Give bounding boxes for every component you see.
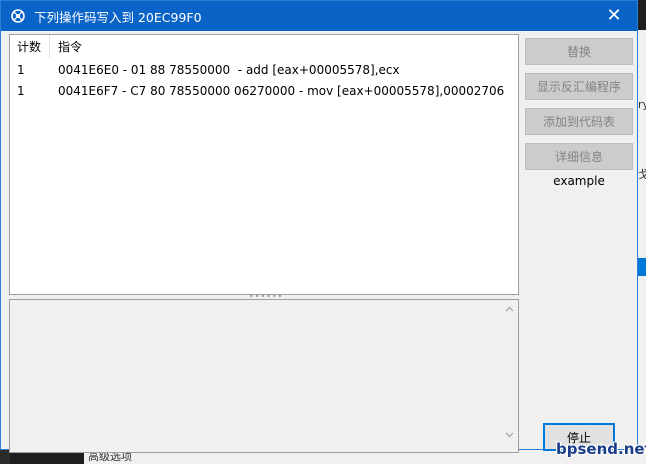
vertical-scrollbar[interactable] — [501, 300, 518, 452]
table-row[interactable]: 1 0041E6F7 - C7 80 78550000 06270000 - m… — [10, 80, 518, 101]
row-count: 1 — [17, 62, 25, 77]
row-count: 1 — [17, 83, 25, 98]
cheat-engine-icon — [10, 8, 26, 24]
example-label: example — [553, 174, 605, 188]
background-text-fragment: ry — [638, 98, 646, 111]
column-header-count[interactable]: 计数 — [10, 35, 50, 58]
info-text-area[interactable] — [9, 299, 519, 453]
background-text-fragment: 戈 — [638, 168, 646, 181]
watermark: bpsend.net — [556, 440, 646, 458]
more-info-button[interactable]: 详细信息 — [525, 143, 633, 170]
scroll-down-icon[interactable] — [501, 426, 518, 443]
row-instruction: 0041E6E0 - 01 88 78550000 - add [eax+000… — [58, 62, 400, 77]
window-title: 下列操作码写入到 20EC99F0 — [34, 9, 202, 25]
background-app-right — [638, 30, 646, 464]
scroll-up-icon[interactable] — [501, 300, 518, 317]
instruction-list[interactable]: 计数 指令 1 0041E6E0 - 01 88 78550000 - add … — [9, 34, 519, 295]
row-instruction: 0041E6F7 - C7 80 78550000 06270000 - mov… — [58, 83, 505, 98]
opcode-writers-dialog: 下列操作码写入到 20EC99F0 ✕ 计数 指令 1 0041E6E0 - 0… — [0, 0, 638, 453]
add-to-codelist-button[interactable]: 添加到代码表 — [525, 108, 633, 135]
replace-button[interactable]: 替换 — [525, 38, 633, 65]
show-disassembler-button[interactable]: 显示反汇编程序 — [525, 73, 633, 100]
table-row[interactable]: 1 0041E6E0 - 01 88 78550000 - add [eax+0… — [10, 59, 518, 80]
background-selection — [638, 258, 646, 276]
close-icon[interactable]: ✕ — [591, 1, 637, 31]
column-header-instruction[interactable]: 指令 — [50, 35, 82, 58]
title-bar[interactable]: 下列操作码写入到 20EC99F0 ✕ — [1, 1, 637, 31]
list-header: 计数 指令 — [10, 35, 518, 59]
